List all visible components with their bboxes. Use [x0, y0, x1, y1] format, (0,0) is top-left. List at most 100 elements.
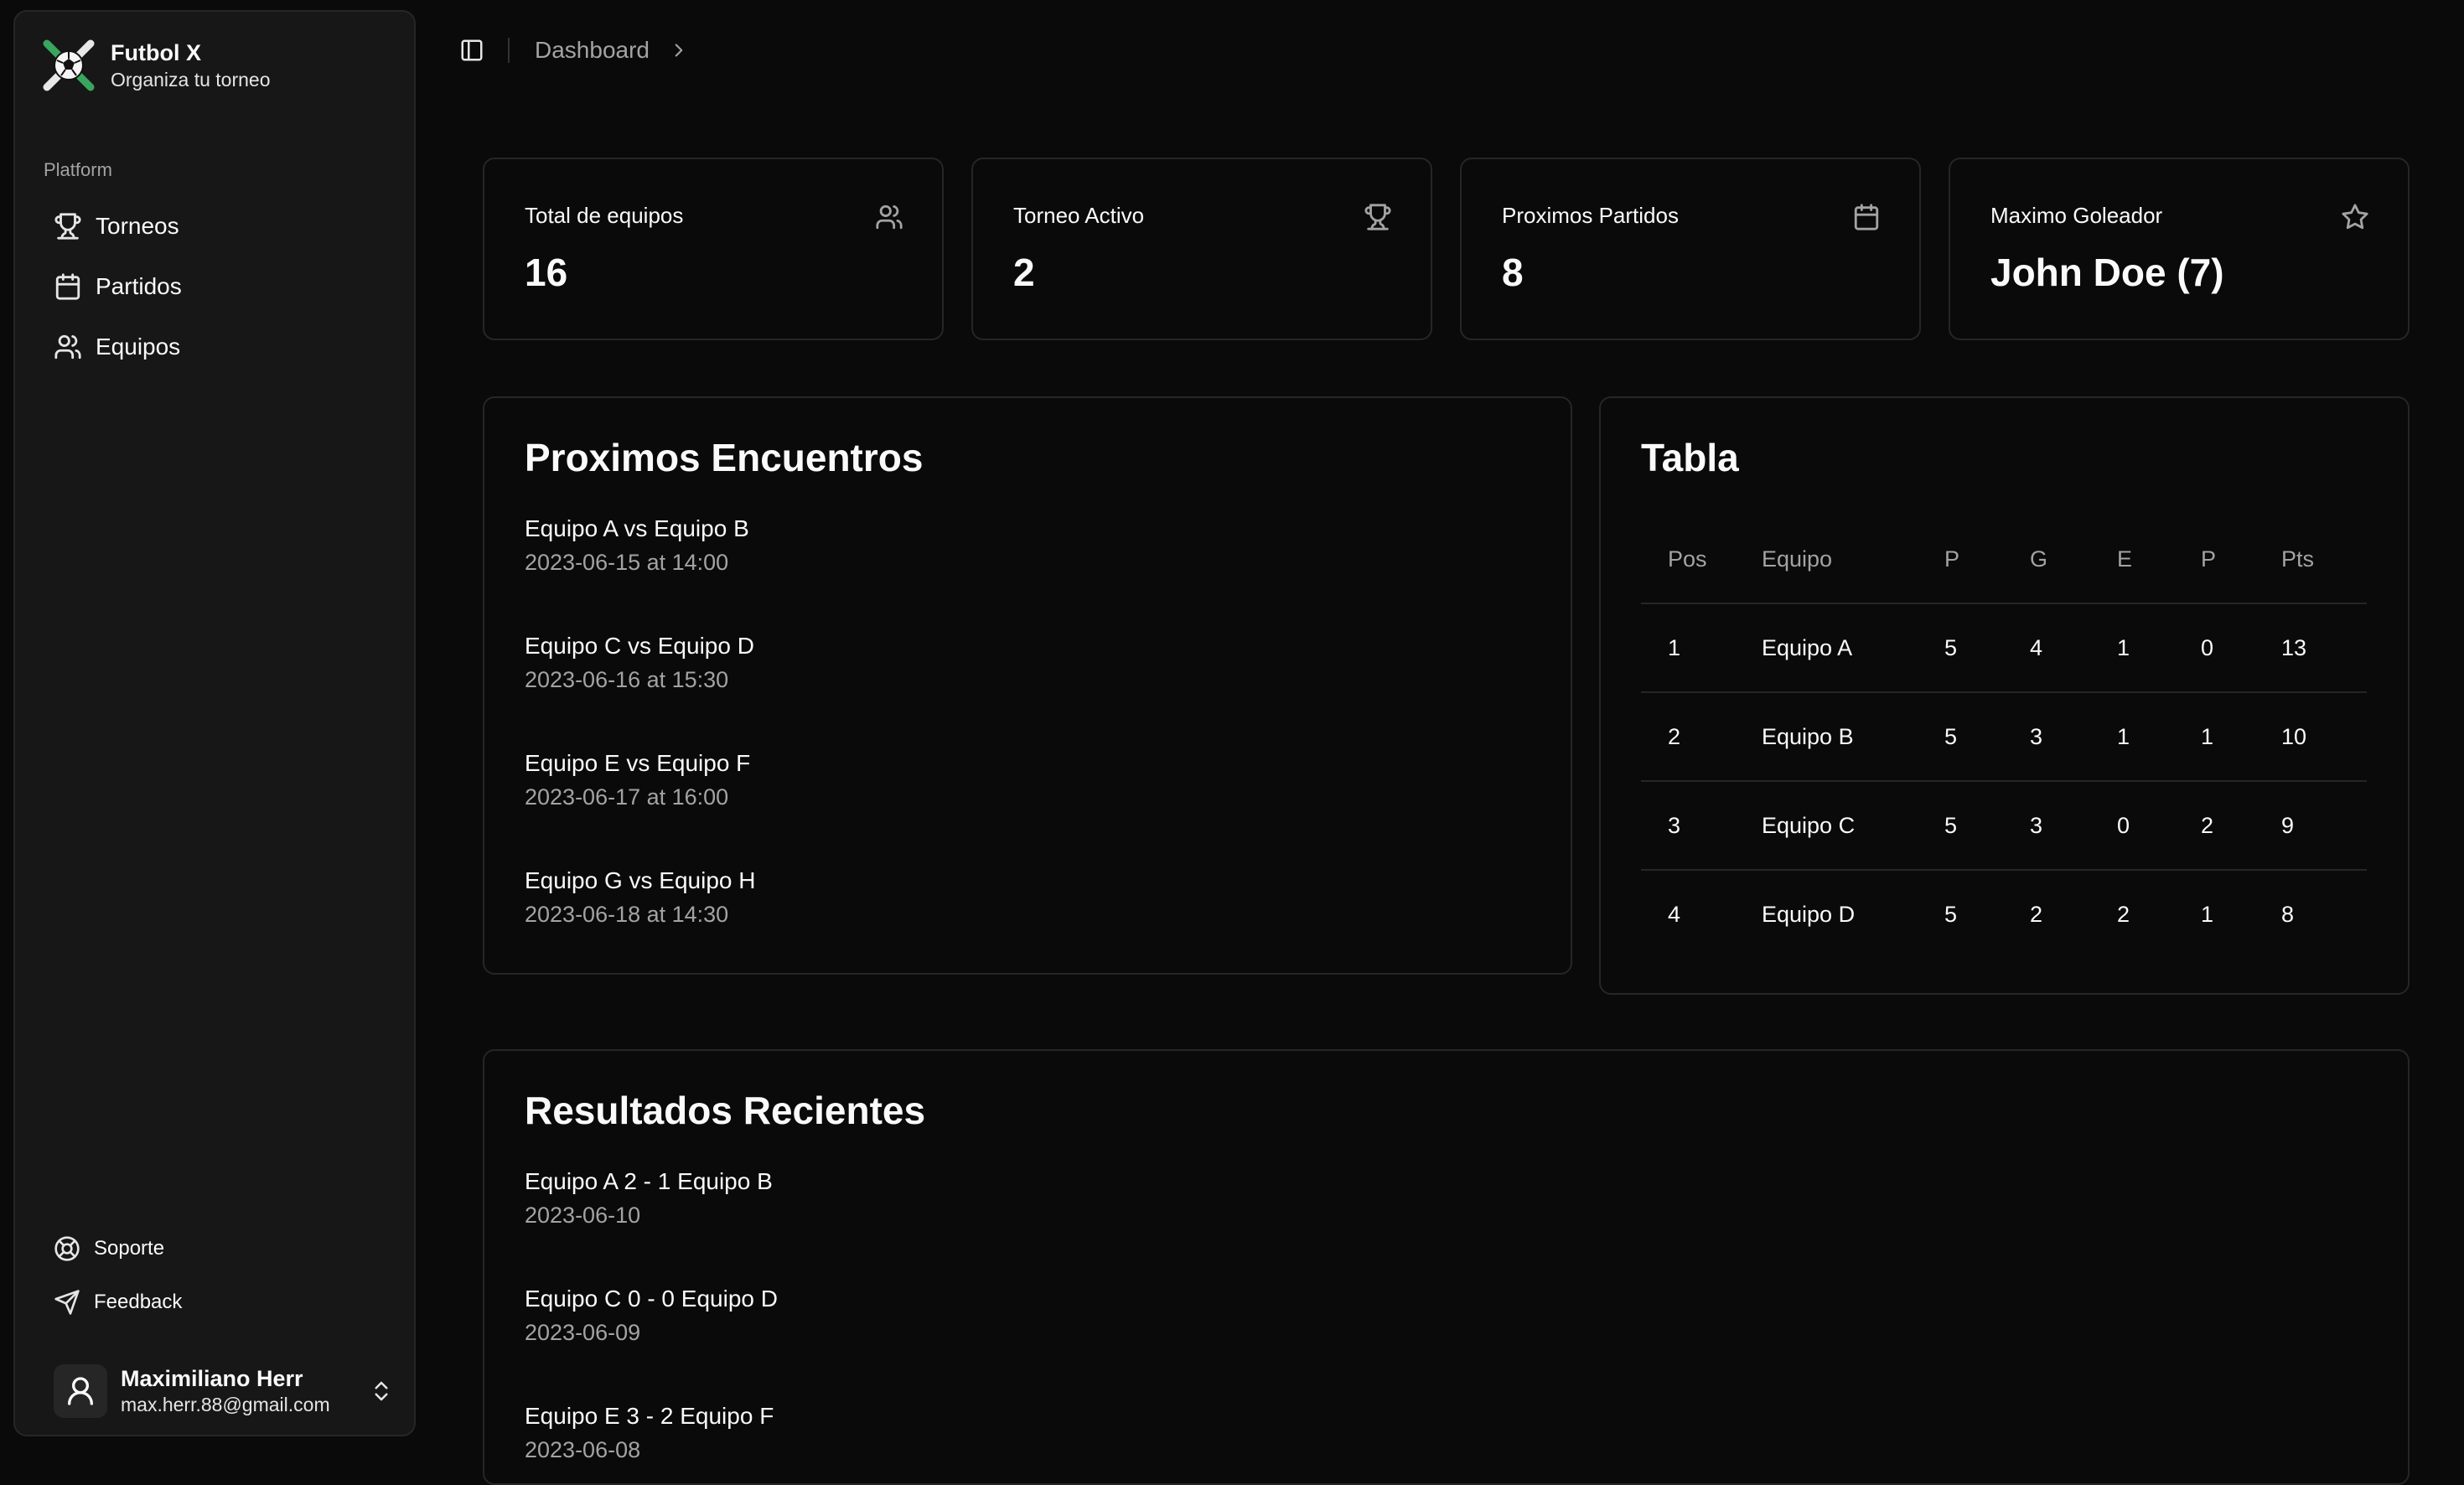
user-menu[interactable]: Maximiliano Herr max.herr.88@gmail.com: [42, 1358, 402, 1425]
sidebar-item-partidos[interactable]: Partidos: [42, 256, 394, 317]
cell-lost: 1: [2201, 902, 2214, 927]
result-item[interactable]: Equipo C 0 - 0 Equipo D 2023-06-09: [525, 1282, 778, 1349]
match-date: 2023-06-17 at 16:00: [525, 784, 729, 810]
match-title: Equipo G vs Equipo H: [525, 867, 756, 893]
brand-tagline: Organiza tu torneo: [111, 69, 271, 91]
cell-played: 5: [1944, 813, 1958, 838]
sidebar-group-label: Platform: [44, 159, 112, 180]
match-title: Equipo C vs Equipo D: [525, 633, 754, 659]
cell-team: Equipo B: [1762, 724, 1854, 749]
cell-pos: 4: [1668, 902, 1681, 927]
sidebar-item-equipos[interactable]: Equipos: [42, 317, 394, 377]
match-item[interactable]: Equipo E vs Equipo F 2023-06-17 at 16:00: [525, 747, 750, 814]
match-title: Equipo E vs Equipo F: [525, 750, 751, 776]
sidebar-item-label: Equipos: [96, 334, 181, 360]
match-item[interactable]: Equipo G vs Equipo H 2023-06-18 at 14:30: [525, 864, 756, 931]
match-date: 2023-06-18 at 14:30: [525, 902, 729, 927]
sidebar-item-soporte[interactable]: Soporte: [42, 1222, 394, 1275]
stat-value: 8: [1502, 251, 1524, 294]
cell-drawn: 1: [2117, 724, 2130, 749]
result-item[interactable]: Equipo A 2 - 1 Equipo B 2023-06-10: [525, 1165, 773, 1232]
result-title: Equipo A 2 - 1 Equipo B: [525, 1168, 773, 1194]
cell-lost: 0: [2201, 635, 2214, 660]
cell-played: 5: [1944, 724, 1958, 749]
recent-results-card: Resultados Recientes Equipo A 2 - 1 Equi…: [483, 1049, 2410, 1485]
standings-title: Tabla: [1641, 436, 1739, 479]
result-title: Equipo C 0 - 0 Equipo D: [525, 1286, 778, 1312]
cell-won: 2: [2030, 902, 2043, 927]
users-icon: [54, 333, 82, 361]
cell-pos: 2: [1668, 724, 1681, 749]
calendar-icon: [54, 272, 82, 301]
table-row: 3 Equipo C 5 3 0 2 9: [1641, 782, 2367, 871]
result-item[interactable]: Equipo E 3 - 2 Equipo F 2023-06-08: [525, 1400, 774, 1467]
match-item[interactable]: Equipo A vs Equipo B 2023-06-15 at 14:00: [525, 512, 749, 579]
standings-card: Tabla Pos Equipo P G E P Pts 1 Equipo A …: [1599, 396, 2410, 995]
cell-drawn: 2: [2117, 902, 2130, 927]
cell-won: 4: [2030, 635, 2043, 660]
cell-team: Equipo C: [1762, 813, 1856, 838]
column-header-equipo: Equipo: [1762, 546, 1833, 572]
stat-title: Maximo Goleador: [1990, 203, 2163, 228]
stat-value: 2: [1013, 251, 1035, 294]
user-email: max.herr.88@gmail.com: [121, 1394, 330, 1415]
column-header-drawn: E: [2117, 546, 2133, 572]
calendar-icon: [1852, 203, 1881, 231]
life-buoy-icon: [54, 1235, 80, 1262]
cell-pos: 1: [1668, 635, 1681, 660]
brand[interactable]: Futbol X Organiza tu torneo: [42, 39, 271, 92]
cell-points: 10: [2281, 724, 2307, 749]
sidebar-nav: Torneos Partidos Equipos: [42, 196, 394, 377]
cell-points: 13: [2281, 635, 2307, 660]
star-icon: [2341, 203, 2369, 231]
sidebar-item-label: Torneos: [96, 213, 179, 239]
result-date: 2023-06-10: [525, 1203, 641, 1228]
column-header-points: Pts: [2281, 546, 2315, 572]
user-name: Maximiliano Herr: [121, 1366, 303, 1391]
recent-results-title: Resultados Recientes: [525, 1089, 926, 1132]
table-row: 2 Equipo B 5 3 1 1 10: [1641, 693, 2367, 782]
sidebar-toggle-icon[interactable]: [453, 31, 491, 70]
cell-pos: 3: [1668, 813, 1681, 838]
sidebar-item-torneos[interactable]: Torneos: [42, 196, 394, 256]
breadcrumb[interactable]: Dashboard: [535, 37, 650, 64]
stat-title: Total de equipos: [525, 203, 684, 228]
trophy-icon: [1364, 203, 1392, 231]
send-icon: [54, 1289, 80, 1316]
stat-card-proximos-partidos: Proximos Partidos 8: [1460, 158, 1921, 340]
upcoming-matches-card: Proximos Encuentros Equipo A vs Equipo B…: [483, 396, 1572, 975]
cell-played: 5: [1944, 635, 1958, 660]
stat-card-torneo-activo: Torneo Activo 2: [971, 158, 1432, 340]
sidebar-item-label: Soporte: [94, 1237, 165, 1260]
stat-card-maximo-goleador: Maximo Goleador John Doe (7): [1949, 158, 2410, 340]
column-header-pos: Pos: [1668, 546, 1707, 572]
result-date: 2023-06-09: [525, 1320, 641, 1345]
stat-card-total-equipos: Total de equipos 16: [483, 158, 944, 340]
match-title: Equipo A vs Equipo B: [525, 515, 749, 541]
table-row: 1 Equipo A 5 4 1 0 13: [1641, 604, 2367, 693]
sidebar-item-label: Partidos: [96, 273, 182, 299]
match-item[interactable]: Equipo C vs Equipo D 2023-06-16 at 15:30: [525, 629, 754, 696]
cell-drawn: 1: [2117, 635, 2130, 660]
sidebar-item-feedback[interactable]: Feedback: [42, 1275, 394, 1329]
standings-table: Pos Equipo P G E P Pts 1 Equipo A 5 4 1 …: [1641, 515, 2367, 960]
header-divider: [508, 38, 510, 63]
cell-team: Equipo D: [1762, 902, 1856, 927]
stat-value: 16: [525, 251, 568, 294]
cell-points: 8: [2281, 902, 2295, 927]
chevrons-up-down-icon[interactable]: [369, 1379, 394, 1404]
cell-lost: 2: [2201, 813, 2214, 838]
cell-won: 3: [2030, 724, 2043, 749]
user-icon: [64, 1374, 97, 1408]
sidebar-item-label: Feedback: [94, 1291, 183, 1313]
cell-played: 5: [1944, 902, 1958, 927]
column-header-won: G: [2030, 546, 2048, 572]
cell-won: 3: [2030, 813, 2043, 838]
header: Dashboard: [453, 25, 690, 75]
stat-title: Proximos Partidos: [1502, 203, 1679, 228]
stat-title: Torneo Activo: [1013, 203, 1145, 228]
stat-value: John Doe (7): [1990, 251, 2224, 294]
chevron-right-icon: [668, 39, 690, 61]
cell-points: 9: [2281, 813, 2295, 838]
users-icon: [875, 203, 903, 231]
